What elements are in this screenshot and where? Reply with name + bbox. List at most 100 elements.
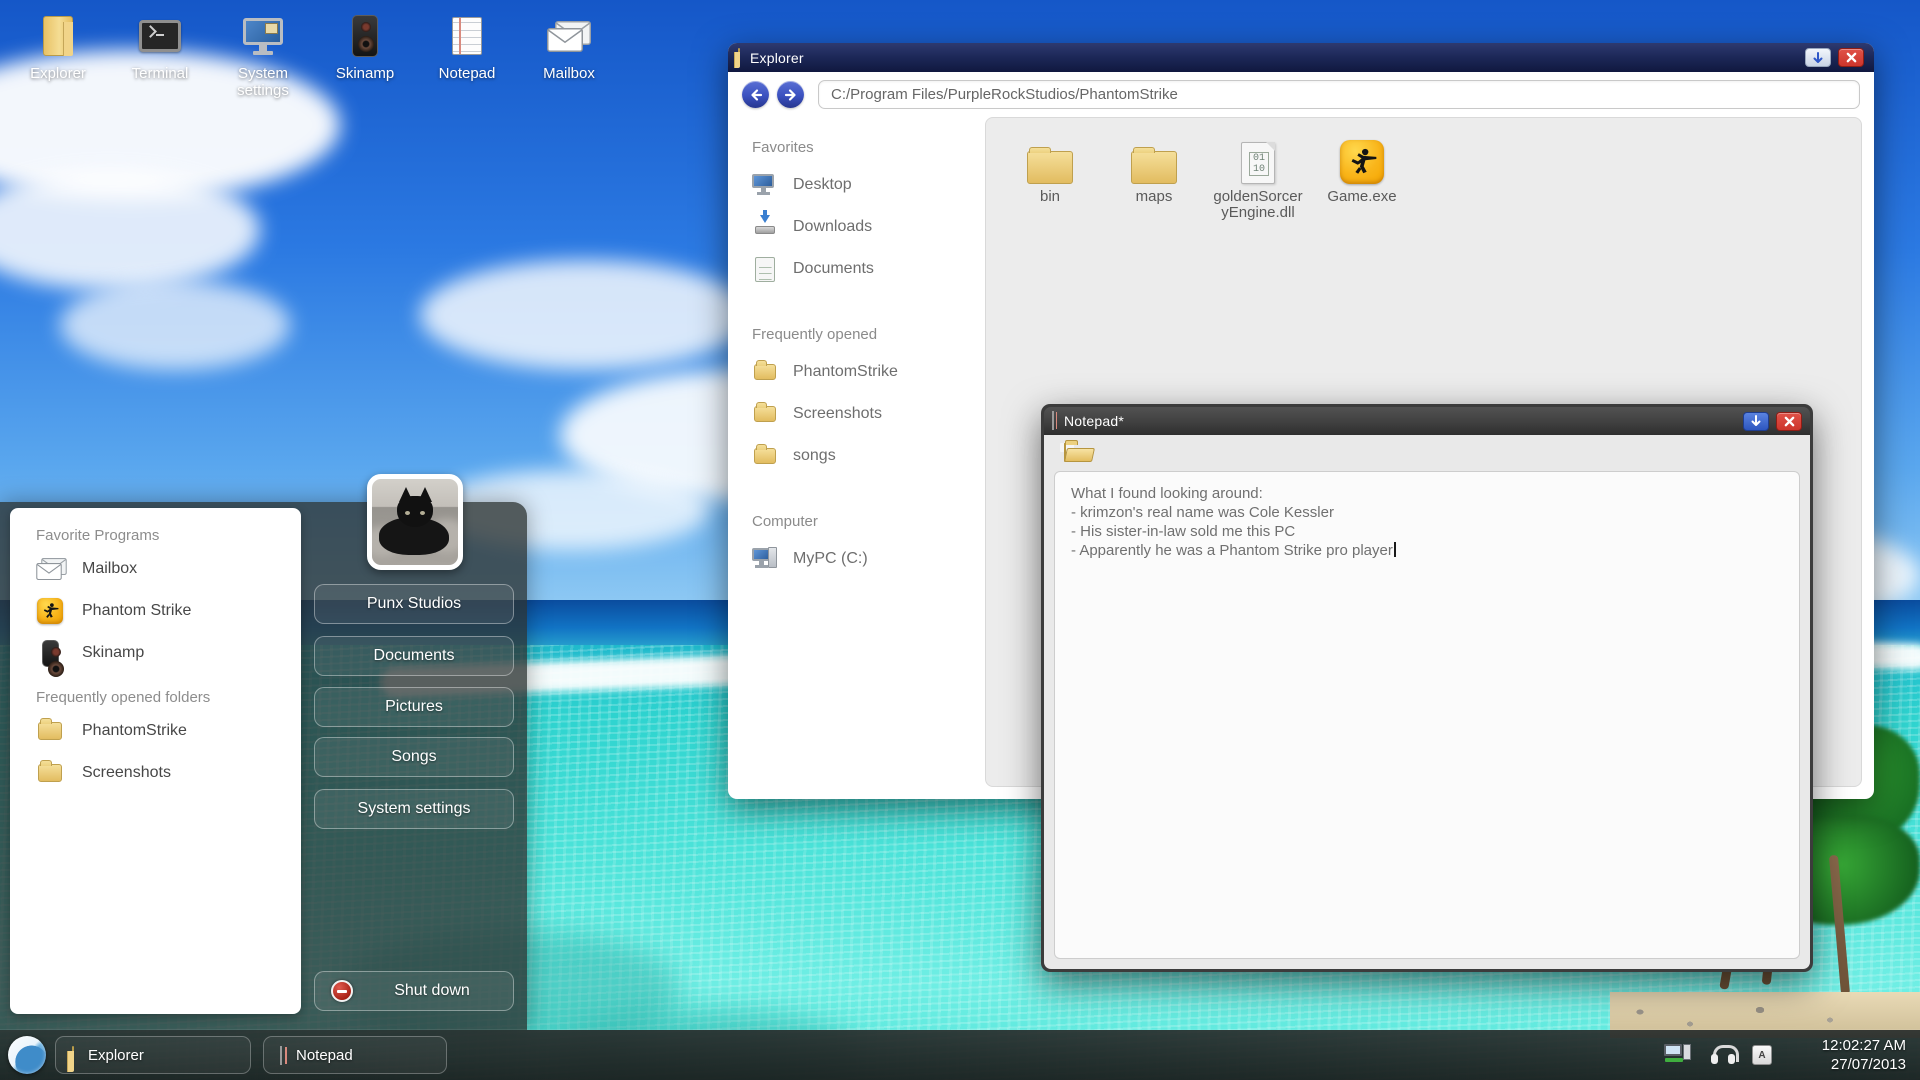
mailbox-icon <box>546 14 592 58</box>
taskbar-clock: 12:02:27 AM 27/07/2013 <box>1822 1036 1906 1074</box>
sidebar-item-documents[interactable]: Documents <box>752 248 985 290</box>
notepad-line: - His sister-in-law sold me this PC <box>1071 522 1783 541</box>
skinamp-icon <box>342 14 388 58</box>
start-menu-section-title: Frequently opened folders <box>10 684 301 710</box>
file-item-dll[interactable]: 01 10 goldenSorceryEngine.dll <box>1206 136 1310 221</box>
mailbox-icon <box>36 558 64 580</box>
start-menu-section-title: Favorite Programs <box>10 522 301 548</box>
start-menu-item-label: Screenshots <box>82 764 171 782</box>
notepad-line: - Apparently he was a Phantom Strike pro… <box>1071 541 1783 560</box>
desktop-icon-label: System settings <box>228 65 298 99</box>
game-exe-icon <box>1340 136 1384 184</box>
desktop-icon-explorer[interactable]: Explorer <box>10 14 106 82</box>
desktop-icon-skinamp[interactable]: Skinamp <box>317 14 413 82</box>
start-menu-item-mailbox[interactable]: Mailbox <box>10 548 301 590</box>
sidebar-item-desktop[interactable]: Desktop <box>752 164 985 206</box>
cloud <box>60 280 290 370</box>
shutdown-button[interactable]: Shut down <box>314 971 514 1011</box>
forward-button[interactable] <box>777 81 804 108</box>
sidebar-item-label: Screenshots <box>793 405 882 423</box>
keyboard-layout-tray-icon[interactable]: A <box>1752 1045 1772 1065</box>
sidebar-section-title: Computer <box>752 513 985 530</box>
sidebar-item-downloads[interactable]: Downloads <box>752 206 985 248</box>
minimize-button[interactable] <box>1743 412 1769 431</box>
explorer-toolbar: C:/Program Files/PurpleRockStudios/Phant… <box>728 72 1874 117</box>
back-button[interactable] <box>742 81 769 108</box>
terminal-icon <box>137 14 183 58</box>
start-menu-item-label: Skinamp <box>82 644 144 662</box>
sidebar-item-songs[interactable]: songs <box>752 435 985 477</box>
open-file-button[interactable] <box>1064 444 1066 462</box>
desktop-icon-label: Skinamp <box>336 65 394 82</box>
taskbar-task-explorer[interactable]: Explorer <box>55 1036 251 1074</box>
button-label: Pictures <box>385 698 443 716</box>
notepad-titlebar[interactable]: Notepad* <box>1044 407 1810 435</box>
desktop-icon-mailbox[interactable]: Mailbox <box>521 14 617 82</box>
notepad-icon <box>444 14 490 58</box>
sidebar-item-label: Desktop <box>793 176 852 194</box>
notepad-line: - krimzon's real name was Cole Kessler <box>1071 503 1783 522</box>
start-menu-item-phantomstrike-folder[interactable]: PhantomStrike <box>10 710 301 752</box>
desktop-icon-label: Explorer <box>30 65 86 82</box>
button-label: System settings <box>358 800 471 818</box>
downloads-icon <box>752 215 778 239</box>
taskbar: Explorer Notepad A 12:02:27 AM 27/07/201… <box>0 1030 1920 1080</box>
file-item-game-exe[interactable]: Game.exe <box>1310 136 1414 205</box>
desktop-icon-system-settings[interactable]: System settings <box>215 14 311 99</box>
start-menu-button-punx-studios[interactable]: Punx Studios <box>314 584 514 624</box>
notepad-body: What I found looking around: - krimzon's… <box>1044 435 1810 969</box>
documents-icon <box>752 257 778 282</box>
file-label: bin <box>1036 189 1064 205</box>
minimize-button[interactable] <box>1805 48 1831 67</box>
start-menu-item-label: Mailbox <box>82 560 137 578</box>
file-label: Game.exe <box>1323 189 1400 205</box>
start-menu-item-skinamp[interactable]: Skinamp <box>10 632 301 674</box>
explorer-sidebar: Favorites Desktop Downloads Documents Fr… <box>728 117 985 787</box>
sidebar-item-screenshots[interactable]: Screenshots <box>752 393 985 435</box>
text-cursor <box>1394 542 1396 557</box>
address-bar[interactable]: C:/Program Files/PurpleRockStudios/Phant… <box>818 80 1860 109</box>
audio-headphones-tray-icon[interactable] <box>1710 1045 1736 1065</box>
task-label: Notepad <box>296 1047 353 1064</box>
close-icon[interactable] <box>1838 48 1864 67</box>
folder-explorer-icon <box>35 14 81 58</box>
folder-explorer-icon <box>738 49 740 67</box>
explorer-titlebar[interactable]: Explorer <box>728 43 1874 72</box>
desktop-icon-notepad[interactable]: Notepad <box>419 14 515 82</box>
button-label: Shut down <box>371 982 513 1000</box>
clock-date: 27/07/2013 <box>1822 1055 1906 1074</box>
system-tray: A <box>1664 1030 1772 1080</box>
notepad-icon <box>1052 412 1054 430</box>
start-menu-button-pictures[interactable]: Pictures <box>314 687 514 727</box>
sidebar-section-title: Frequently opened <box>752 326 985 343</box>
start-menu-button-system-settings[interactable]: System settings <box>314 789 514 829</box>
button-label: Songs <box>391 748 436 766</box>
start-menu-item-screenshots-folder[interactable]: Screenshots <box>10 752 301 794</box>
taskbar-task-notepad[interactable]: Notepad <box>263 1036 447 1074</box>
notepad-icon <box>280 1047 282 1064</box>
folder-icon <box>752 448 778 464</box>
close-icon[interactable] <box>1776 412 1802 431</box>
folder-icon <box>752 406 778 422</box>
notepad-text-area[interactable]: What I found looking around: - krimzon's… <box>1054 471 1800 959</box>
desktop-icon-terminal[interactable]: Terminal <box>112 14 208 82</box>
file-item-bin[interactable]: bin <box>998 136 1102 205</box>
notepad-window: Notepad* What I found looking around: - … <box>1041 404 1813 972</box>
network-pc-tray-icon[interactable] <box>1664 1044 1694 1066</box>
start-menu-button-songs[interactable]: Songs <box>314 737 514 777</box>
sidebar-item-phantomstrike[interactable]: PhantomStrike <box>752 351 985 393</box>
dll-file-icon: 01 10 <box>1241 136 1275 184</box>
sidebar-item-label: Downloads <box>793 218 872 236</box>
file-item-maps[interactable]: maps <box>1102 136 1206 205</box>
file-label: maps <box>1132 189 1177 205</box>
sidebar-item-label: PhantomStrike <box>793 363 898 381</box>
folder-icon <box>752 364 778 380</box>
sidebar-item-mypc[interactable]: MyPC (C:) <box>752 538 985 580</box>
cloud <box>420 260 750 370</box>
user-avatar[interactable] <box>367 474 463 570</box>
start-menu-button-documents[interactable]: Documents <box>314 636 514 676</box>
start-button[interactable] <box>8 1036 46 1074</box>
start-menu-item-phantom-strike[interactable]: Phantom Strike <box>10 590 301 632</box>
button-label: Documents <box>374 647 455 665</box>
desktop-icon-label: Terminal <box>132 65 189 82</box>
